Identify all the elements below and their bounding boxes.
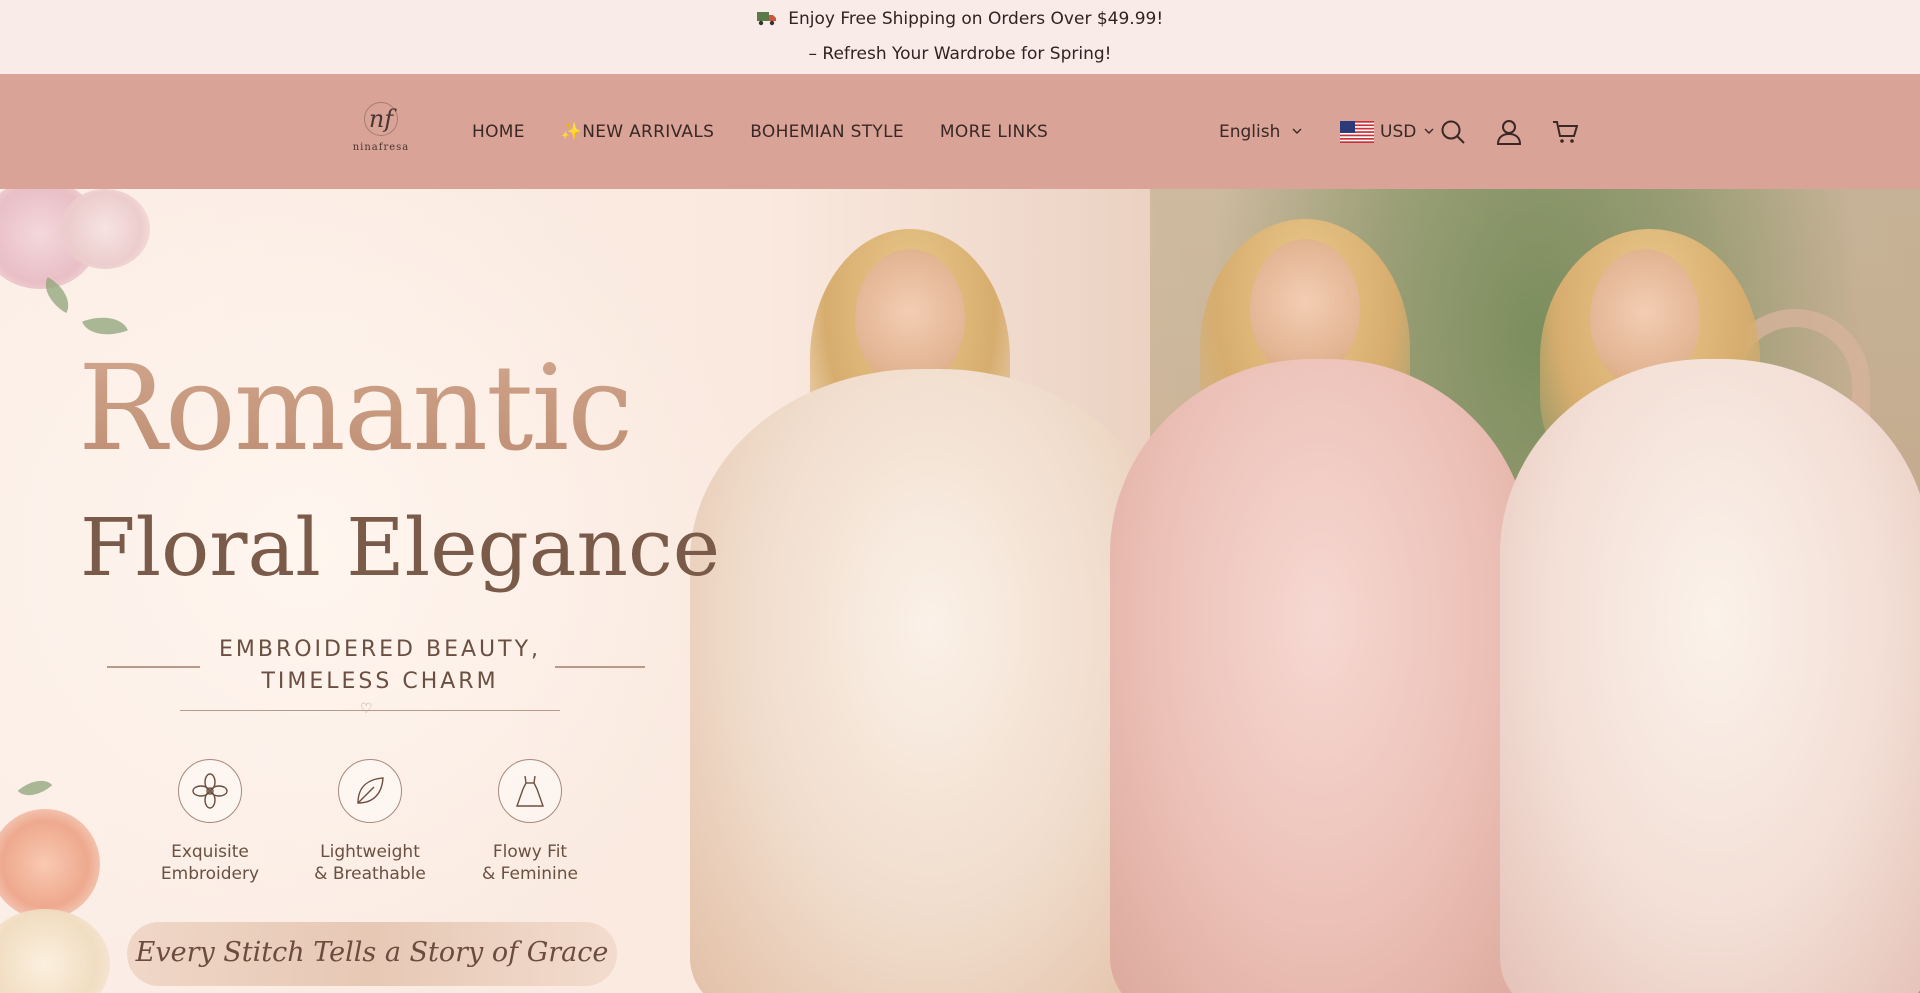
currency-selector[interactable]: USD <box>1340 74 1434 189</box>
leaf-icon <box>338 759 402 823</box>
feature-label: Exquisite <box>171 842 249 862</box>
logo-monogram: nf <box>368 105 394 133</box>
model-3-dress <box>1500 359 1920 993</box>
hero-title-line-2: Floral Elegance <box>80 501 721 594</box>
hero-title-line-1: Romantic <box>78 339 633 477</box>
hero-banner[interactable]: Romantic Floral Elegance EMBROIDERED BEA… <box>0 189 1920 993</box>
heart-ornament-icon: ♡ <box>360 701 373 717</box>
flower-icon <box>178 759 242 823</box>
truck-icon <box>756 10 777 31</box>
chevron-down-icon <box>1292 125 1302 138</box>
nav-bohemian-style[interactable]: BOHEMIAN STYLE <box>750 122 904 142</box>
model-1-face <box>855 249 965 389</box>
feature-label: & Breathable <box>314 864 426 884</box>
logo[interactable]: nf ninafresa <box>352 102 410 158</box>
main-nav: HOME ✨NEW ARRIVALS BOHEMIAN STYLE MORE L… <box>472 74 1084 189</box>
nav-home[interactable]: HOME <box>472 122 525 142</box>
announcement-line-2: – Refresh Your Wardrobe for Spring! <box>808 44 1112 64</box>
language-label: English <box>1219 121 1281 142</box>
nav-more-links[interactable]: MORE LINKS <box>940 122 1048 142</box>
sparkle-icon: ✨ <box>560 121 583 142</box>
search-icon[interactable] <box>1436 74 1470 189</box>
announcement-line-1: Enjoy Free Shipping on Orders Over $49.9… <box>0 0 1920 37</box>
announcement-bar: Enjoy Free Shipping on Orders Over $49.9… <box>0 0 1920 74</box>
feature-label: Lightweight <box>320 842 420 862</box>
model-2-dress <box>1110 359 1530 993</box>
currency-label: USD <box>1380 121 1417 142</box>
model-2-face <box>1250 239 1360 379</box>
hero-subtitle-line-2: TIMELESS CHARM <box>261 669 499 694</box>
nav-new-arrivals[interactable]: ✨NEW ARRIVALS <box>561 122 714 142</box>
language-selector[interactable]: English <box>1219 74 1302 189</box>
hero-subtitle-line-1: EMBROIDERED BEAUTY, <box>218 637 542 662</box>
feature-flowy-fit: Flowy Fit & Feminine <box>450 759 610 885</box>
hero-subtitle: EMBROIDERED BEAUTY, TIMELESS CHARM <box>0 634 760 698</box>
logo-wordmark: ninafresa <box>352 142 410 153</box>
rose-decoration <box>60 189 150 269</box>
us-flag-icon <box>1340 120 1374 143</box>
chevron-down-icon <box>1424 125 1434 138</box>
site-header: nf ninafresa HOME ✨NEW ARRIVALS BOHEMIAN… <box>0 74 1920 189</box>
nav-new-arrivals-label: NEW ARRIVALS <box>582 121 715 142</box>
model-1-dress <box>690 369 1170 993</box>
announcement-text-1: Enjoy Free Shipping on Orders Over $49.9… <box>788 9 1164 29</box>
feature-label: Embroidery <box>160 864 260 884</box>
logo-monogram-ring: nf <box>364 102 398 136</box>
account-icon[interactable] <box>1492 74 1526 189</box>
feature-label: & Feminine <box>482 864 578 884</box>
dress-icon <box>498 759 562 823</box>
cart-icon[interactable] <box>1548 74 1582 189</box>
hero-tagline: Every Stitch Tells a Story of Grace <box>135 937 609 968</box>
feature-label: Flowy Fit <box>492 842 568 862</box>
feature-embroidery: Exquisite Embroidery <box>130 759 290 885</box>
feature-lightweight: Lightweight & Breathable <box>290 759 450 885</box>
